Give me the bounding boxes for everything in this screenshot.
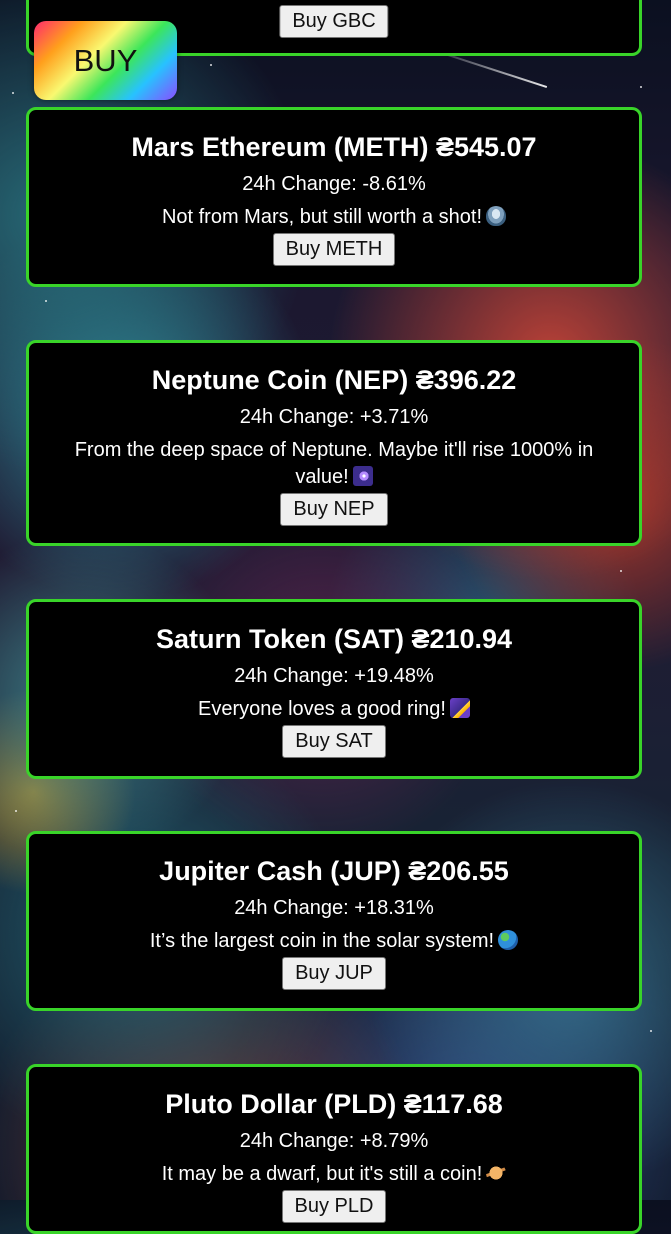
background-star bbox=[12, 92, 14, 94]
coin-tagline: It may be a dwarf, but it's still a coin… bbox=[47, 1161, 621, 1188]
buy-nep-button[interactable]: Buy NEP bbox=[280, 493, 388, 526]
buy-meth-button[interactable]: Buy METH bbox=[272, 233, 396, 266]
coin-tagline: Not from Mars, but still worth a shot! bbox=[47, 204, 621, 231]
background-star bbox=[210, 64, 212, 66]
background-star bbox=[45, 300, 47, 302]
milky-way-icon bbox=[352, 466, 373, 486]
floating-buy-button[interactable]: BUY bbox=[34, 21, 177, 100]
coin-card-pld: Pluto Dollar (PLD) ₴117.68 24h Change: +… bbox=[26, 1064, 642, 1234]
coin-title: Neptune Coin (NEP) ₴396.22 bbox=[151, 365, 517, 395]
buy-gbc-button[interactable]: Buy GBC bbox=[279, 5, 389, 38]
buy-jup-button[interactable]: Buy JUP bbox=[282, 957, 386, 990]
coin-card-nep: Neptune Coin (NEP) ₴396.22 24h Change: +… bbox=[26, 340, 642, 546]
coin-title: Jupiter Cash (JUP) ₴206.55 bbox=[159, 856, 509, 886]
coin-24h-change: 24h Change: +8.79% bbox=[239, 1130, 429, 1152]
background-star bbox=[650, 1030, 652, 1032]
coin-tagline-text: Not from Mars, but still worth a shot! bbox=[161, 206, 483, 228]
coin-24h-change: 24h Change: +19.48% bbox=[234, 665, 434, 687]
coin-title: Mars Ethereum (METH) ₴545.07 bbox=[131, 132, 537, 162]
coin-title: Saturn Token (SAT) ₴210.94 bbox=[155, 624, 513, 654]
coin-tagline: It’s the largest coin in the solar syste… bbox=[47, 928, 621, 955]
coin-tagline: Everyone loves a good ring! bbox=[47, 696, 621, 723]
shooting-star-icon bbox=[449, 698, 470, 718]
background-star bbox=[620, 570, 622, 572]
coin-24h-change: 24h Change: +3.71% bbox=[239, 406, 429, 428]
background-star bbox=[15, 810, 17, 812]
coin-tagline-text: It’s the largest coin in the solar syste… bbox=[149, 930, 495, 952]
coin-card-meth: Mars Ethereum (METH) ₴545.07 24h Change:… bbox=[26, 107, 642, 287]
globe-icon bbox=[498, 930, 519, 950]
coin-24h-change: 24h Change: -8.61% bbox=[242, 173, 426, 195]
coin-tagline-text: From the deep space of Neptune. Maybe it… bbox=[74, 439, 594, 488]
coin-title: Pluto Dollar (PLD) ₴117.68 bbox=[165, 1089, 503, 1119]
background-star bbox=[640, 86, 642, 88]
coin-card-jup: Jupiter Cash (JUP) ₴206.55 24h Change: +… bbox=[26, 831, 642, 1011]
coin-tagline-text: Everyone loves a good ring! bbox=[198, 698, 446, 720]
coin-24h-change: 24h Change: +18.31% bbox=[234, 897, 434, 919]
ringed-planet-icon bbox=[486, 1163, 507, 1183]
coin-tagline: From the deep space of Neptune. Maybe it… bbox=[47, 437, 621, 491]
coin-tagline-text: It may be a dwarf, but it's still a coin… bbox=[161, 1163, 483, 1185]
buy-sat-button[interactable]: Buy SAT bbox=[282, 725, 386, 758]
coin-card-sat: Saturn Token (SAT) ₴210.94 24h Change: +… bbox=[26, 599, 642, 779]
flying-saucer-icon bbox=[486, 206, 507, 226]
buy-pld-button[interactable]: Buy PLD bbox=[281, 1190, 387, 1223]
